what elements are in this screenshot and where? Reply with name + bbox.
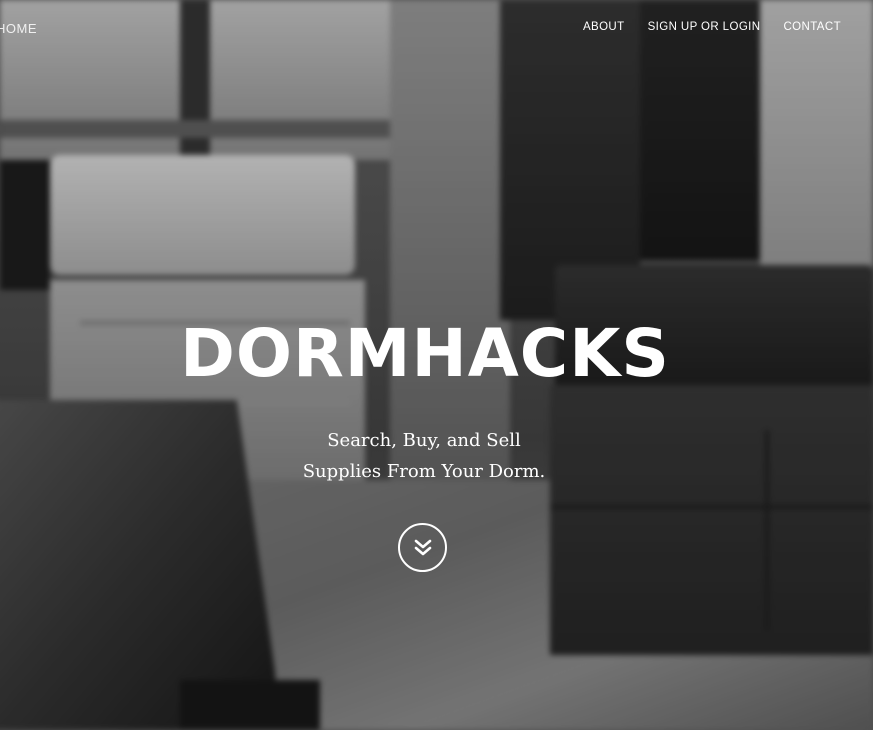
nav-about-link[interactable]: ABOUT bbox=[583, 21, 625, 33]
top-nav: ABOUT SIGN UP OR LOGIN CONTACT bbox=[583, 21, 841, 33]
tagline-line-1: Search, Buy, and Sell bbox=[327, 430, 521, 451]
scroll-down-button[interactable] bbox=[398, 523, 447, 572]
nav-home-link[interactable]: HOME bbox=[0, 21, 37, 36]
hero-tagline: Search, Buy, and Sell Supplies From Your… bbox=[0, 425, 848, 487]
tagline-line-2: Supplies From Your Dorm. bbox=[302, 461, 546, 482]
site-title: DORMHACKS bbox=[180, 315, 670, 392]
hero-section: HOME ABOUT SIGN UP OR LOGIN CONTACT DORM… bbox=[0, 0, 873, 730]
nav-signup-login-link[interactable]: SIGN UP OR LOGIN bbox=[648, 21, 761, 33]
double-chevron-down-icon bbox=[414, 539, 431, 555]
nav-contact-link[interactable]: CONTACT bbox=[783, 21, 841, 33]
